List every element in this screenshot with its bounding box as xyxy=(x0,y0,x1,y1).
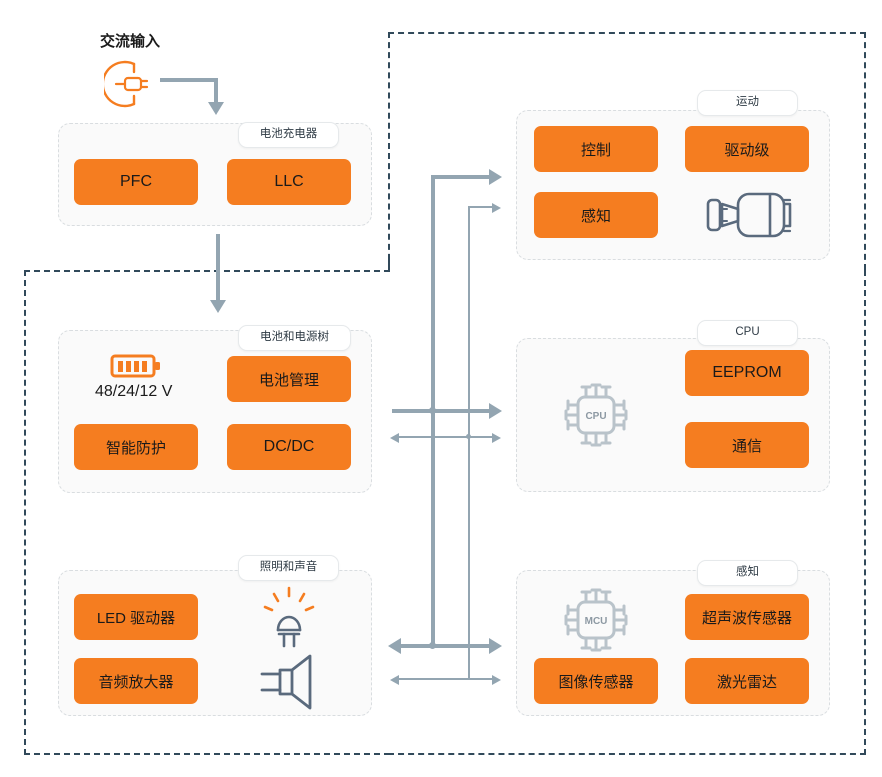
panel-label-motion: 运动 xyxy=(697,90,798,116)
charger-to-battery-wire xyxy=(216,234,220,302)
panel-label-lighting-and-sound: 照明和声音 xyxy=(238,555,339,581)
block-audio-amplifier[interactable]: 音频放大器 xyxy=(74,658,198,704)
signal-bus-cpu-right-arrow xyxy=(492,433,501,443)
signal-bus-to-motion xyxy=(468,206,494,208)
mcu-chip-text: MCU xyxy=(585,616,608,627)
ac-wire-arrow xyxy=(208,102,224,115)
block-llc[interactable]: LLC xyxy=(227,159,351,205)
block-image-sensor[interactable]: 图像传感器 xyxy=(534,658,658,704)
ac-wire-horizontal xyxy=(160,78,218,82)
charger-to-battery-arrow xyxy=(210,300,226,313)
block-smart-protection[interactable]: 智能防护 xyxy=(74,424,198,470)
block-driver-stage[interactable]: 驱动级 xyxy=(685,126,809,172)
block-eeprom[interactable]: EEPROM xyxy=(685,350,809,396)
block-led-driver[interactable]: LED 驱动器 xyxy=(74,594,198,640)
signal-bus-to-motion-arrow xyxy=(492,203,501,213)
block-ultrasonic-sensor[interactable]: 超声波传感器 xyxy=(685,594,809,640)
led-lamp-icon xyxy=(258,586,320,648)
cpu-chip-icon: CPU xyxy=(556,375,636,455)
block-control[interactable]: 控制 xyxy=(534,126,658,172)
power-plug-icon xyxy=(101,58,160,110)
panel-label-battery-power-tree: 电池和电源树 xyxy=(238,325,351,351)
ac-wire-vertical xyxy=(214,78,218,104)
block-battery-management[interactable]: 电池管理 xyxy=(227,356,351,402)
signal-bus-sensing-left-arrow xyxy=(390,675,399,685)
signal-bus-vertical xyxy=(468,206,470,678)
signal-bus-sensing-row xyxy=(398,678,494,680)
panel-label-cpu: CPU xyxy=(697,320,798,346)
block-lidar[interactable]: 激光雷达 xyxy=(685,658,809,704)
system-boundary-upper-left-stub xyxy=(388,255,390,271)
junction-signal-cpu xyxy=(466,434,471,439)
block-pfc[interactable]: PFC xyxy=(74,159,198,205)
junction-power-cpu xyxy=(429,407,436,414)
signal-bus-cpu-left-arrow xyxy=(390,433,399,443)
panel-label-sensing: 感知 xyxy=(697,560,798,586)
battery-voltage-label: 48/24/12 V xyxy=(95,383,173,400)
panel-label-battery-charger: 电池充电器 xyxy=(238,122,339,148)
power-bus-sensing-right-arrow xyxy=(489,638,502,654)
power-bus-to-motion-arrow xyxy=(489,169,502,185)
junction-power-sensing xyxy=(429,642,436,649)
motor-icon xyxy=(700,188,796,244)
power-bus-to-motion xyxy=(431,175,491,179)
block-communication[interactable]: 通信 xyxy=(685,422,809,468)
diagram-canvas: 交流输入 电池充电器 PFC LLC 电池和电源树 48/24/12 V 电池管… xyxy=(0,0,882,777)
battery-icon xyxy=(110,352,164,380)
signal-bus-cpu-row xyxy=(398,436,494,438)
block-dcdc[interactable]: DC/DC xyxy=(227,424,351,470)
power-bus-sensing-row xyxy=(400,644,491,648)
cpu-chip-text: CPU xyxy=(585,411,606,422)
speaker-icon xyxy=(258,652,326,712)
power-bus-sensing-left-arrow xyxy=(388,638,401,654)
signal-bus-sensing-right-arrow xyxy=(492,675,501,685)
power-bus-cpu-row xyxy=(392,409,491,413)
power-bus-cpu-arrow xyxy=(489,403,502,419)
block-motion-sensing[interactable]: 感知 xyxy=(534,192,658,238)
ac-input-label: 交流输入 xyxy=(100,33,161,50)
mcu-chip-icon: MCU xyxy=(556,580,636,660)
